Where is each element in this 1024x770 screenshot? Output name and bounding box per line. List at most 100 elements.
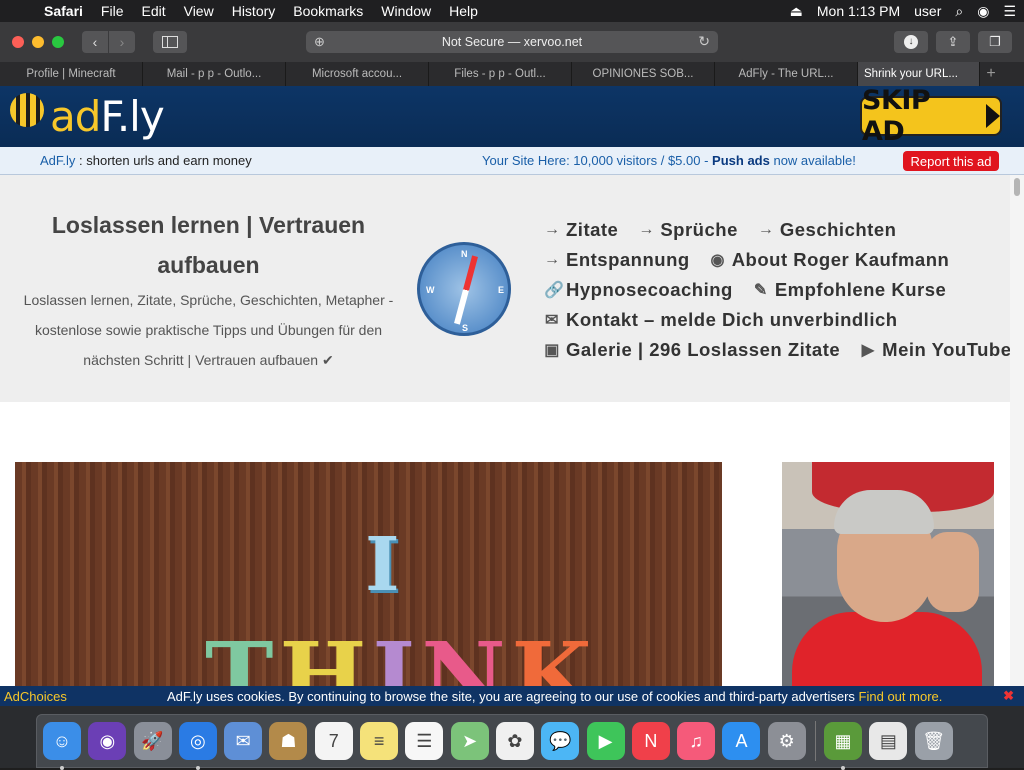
app-store-icon[interactable]: A xyxy=(722,722,761,760)
download-arrow-icon: ↓ xyxy=(904,35,918,49)
news-icon[interactable]: N xyxy=(631,722,670,760)
adfly-home-link[interactable]: AdF.ly xyxy=(40,153,75,168)
tab-opiniones[interactable]: OPINIONES SOB... xyxy=(572,62,715,86)
menu-edit[interactable]: Edit xyxy=(141,3,165,19)
contacts-icon[interactable]: ☗ xyxy=(269,722,308,760)
find-out-more-link[interactable]: Find out more. xyxy=(859,689,943,704)
tab-adfly[interactable]: AdFly - The URL... xyxy=(715,62,858,86)
menu-file[interactable]: File xyxy=(101,3,124,19)
spotlight-search-icon[interactable]: ⌕ xyxy=(955,3,963,20)
tab-microsoft-account[interactable]: Microsoft accou... xyxy=(286,62,429,86)
minecraft-icon[interactable]: ▦ xyxy=(824,722,863,770)
link-icon: 🔗 xyxy=(544,282,565,299)
menu-clock[interactable]: Mon 1:13 PM xyxy=(817,3,900,19)
web-page: Loslassen lernen | Vertrauen aufbauen Lo… xyxy=(0,175,1010,686)
photos-icon[interactable]: ✿ xyxy=(495,722,534,760)
nav-geschichten[interactable]: → Geschichten xyxy=(758,219,897,241)
adfly-info-bar: AdF.ly : shorten urls and earn money You… xyxy=(0,147,1024,175)
reminders-icon[interactable]: ☰ xyxy=(405,722,444,760)
nav-youtube[interactable]: ▶ Mein YouTube xyxy=(860,339,1010,361)
running-indicator xyxy=(841,766,846,770)
launchpad-icon[interactable]: 🚀 xyxy=(133,722,172,760)
tab-overview-button[interactable]: ❐ xyxy=(978,31,1012,53)
notification-center-icon[interactable]: ☰ xyxy=(1003,3,1016,20)
image-letter: N xyxy=(421,622,512,686)
finder-icon[interactable]: ☺ xyxy=(43,722,81,770)
system-preferences-icon[interactable]: ⚙ xyxy=(767,722,806,760)
tab-profile-minecraft[interactable]: Profile | Minecraft xyxy=(0,62,143,86)
menu-user[interactable]: user xyxy=(914,3,941,19)
maps-icon[interactable]: ➤ xyxy=(450,722,489,760)
dock: ☺ ◉ 🚀 ◎ ✉ ☗ 7 ≡ ☰ ➤ ✿ 💬 ▶ N ♫ A ⚙ ▦ ▤ 🗑 xyxy=(36,714,988,770)
site-navigation: → Zitate → Sprüche → Geschichten → Entspannu… xyxy=(544,215,1010,365)
compass-logo-icon[interactable]: N S W E xyxy=(417,242,511,336)
sidebar-toggle-button[interactable] xyxy=(153,31,187,53)
menu-view[interactable]: View xyxy=(184,3,214,19)
nav-zitate[interactable]: → Zitate xyxy=(544,219,618,241)
nav-sprueche[interactable]: → Sprüche xyxy=(638,219,738,241)
article-featured-image[interactable]: I THINK xyxy=(15,462,722,686)
mail-icon[interactable]: ✉ xyxy=(224,722,263,760)
eye-icon: ◉ xyxy=(710,252,725,269)
arrow-right-icon: → xyxy=(544,221,561,238)
menu-help[interactable]: Help xyxy=(449,3,478,19)
site-header: Loslassen lernen | Vertrauen aufbauen Lo… xyxy=(0,175,1010,402)
back-button[interactable]: ‹ xyxy=(82,31,108,53)
arrow-right-icon: → xyxy=(757,221,775,238)
downloads-button[interactable]: ↓ xyxy=(894,31,928,53)
bee-icon xyxy=(10,93,44,127)
forward-button[interactable]: › xyxy=(109,31,135,53)
nav-galerie[interactable]: ▣ Galerie | 296 Loslassen Zitate xyxy=(544,339,840,361)
downloads-stack-icon[interactable]: ▤ xyxy=(869,722,908,760)
tab-mail-outlook[interactable]: Mail - p p - Outlo... xyxy=(143,62,286,86)
skip-ad-button[interactable]: SKIP AD xyxy=(860,85,1002,147)
image-letter-i: I xyxy=(365,522,400,608)
page-scrollbar[interactable] xyxy=(1010,175,1024,686)
image-letter: K xyxy=(511,622,598,686)
envelope-icon: ✉ xyxy=(545,312,559,329)
nav-entspannung[interactable]: → Entspannung xyxy=(544,249,690,271)
promo-link[interactable]: Your Site Here: 10,000 visitors / $5.00 … xyxy=(482,153,856,168)
scrollbar-thumb[interactable] xyxy=(1014,178,1020,196)
close-window-button[interactable] xyxy=(12,36,24,48)
tab-shrink-url-active[interactable]: Shrink your URL... xyxy=(858,62,980,86)
calendar-icon[interactable]: 7 xyxy=(314,722,353,760)
notes-icon[interactable]: ≡ xyxy=(360,722,399,760)
tab-files-outlook[interactable]: Files - p p - Outl... xyxy=(429,62,572,86)
image-icon: ▣ xyxy=(544,342,560,359)
menu-history[interactable]: History xyxy=(232,3,276,19)
reload-icon[interactable]: ↻ xyxy=(698,33,710,50)
safari-icon[interactable]: ◎ xyxy=(178,722,217,770)
address-bar[interactable]: ⊕ Not Secure — xervoo.net ↻ xyxy=(306,31,718,53)
image-letter: H xyxy=(279,622,373,686)
menu-window[interactable]: Window xyxy=(381,3,431,19)
running-indicator xyxy=(195,766,200,770)
adfly-header: adF.ly SKIP AD xyxy=(0,85,1024,147)
messages-icon[interactable]: 💬 xyxy=(541,722,580,760)
nav-hypnosecoaching[interactable]: 🔗 Hypnosecoaching xyxy=(544,279,733,301)
nav-kontakt[interactable]: ✉ Kontakt – melde Dich unverbindlich xyxy=(544,309,898,331)
eject-icon[interactable]: ⏏ xyxy=(790,3,803,20)
adchoices-link[interactable]: AdChoices xyxy=(4,689,67,704)
menu-app-name[interactable]: Safari xyxy=(44,3,83,19)
menu-bookmarks[interactable]: Bookmarks xyxy=(293,3,363,19)
zoom-window-button[interactable] xyxy=(52,36,64,48)
new-tab-button[interactable]: + xyxy=(980,62,1002,86)
close-cookie-icon[interactable]: ✖ xyxy=(1003,688,1014,704)
privacy-report-icon[interactable]: ⊕ xyxy=(314,34,325,50)
author-photo[interactable] xyxy=(782,462,994,686)
share-icon: ⇪ xyxy=(947,34,959,49)
minimize-window-button[interactable] xyxy=(32,36,44,48)
share-button[interactable]: ⇪ xyxy=(936,31,970,53)
adfly-logo[interactable]: adF.ly xyxy=(10,86,165,146)
siri-menu-icon[interactable]: ◉ xyxy=(977,3,989,20)
site-title[interactable]: Loslassen lernen | Vertrauen aufbauen xyxy=(16,205,401,285)
nav-about[interactable]: ◉ About Roger Kaufmann xyxy=(710,249,950,271)
trash-icon[interactable]: 🗑 xyxy=(914,722,953,760)
music-icon[interactable]: ♫ xyxy=(677,722,716,760)
site-description: Loslassen lernen, Zitate, Sprüche, Gesch… xyxy=(23,292,394,368)
siri-icon[interactable]: ◉ xyxy=(88,722,127,760)
report-ad-button[interactable]: Report this ad xyxy=(903,151,999,171)
facetime-icon[interactable]: ▶ xyxy=(586,722,625,760)
nav-kurse[interactable]: ✎ Empfohlene Kurse xyxy=(753,279,946,301)
